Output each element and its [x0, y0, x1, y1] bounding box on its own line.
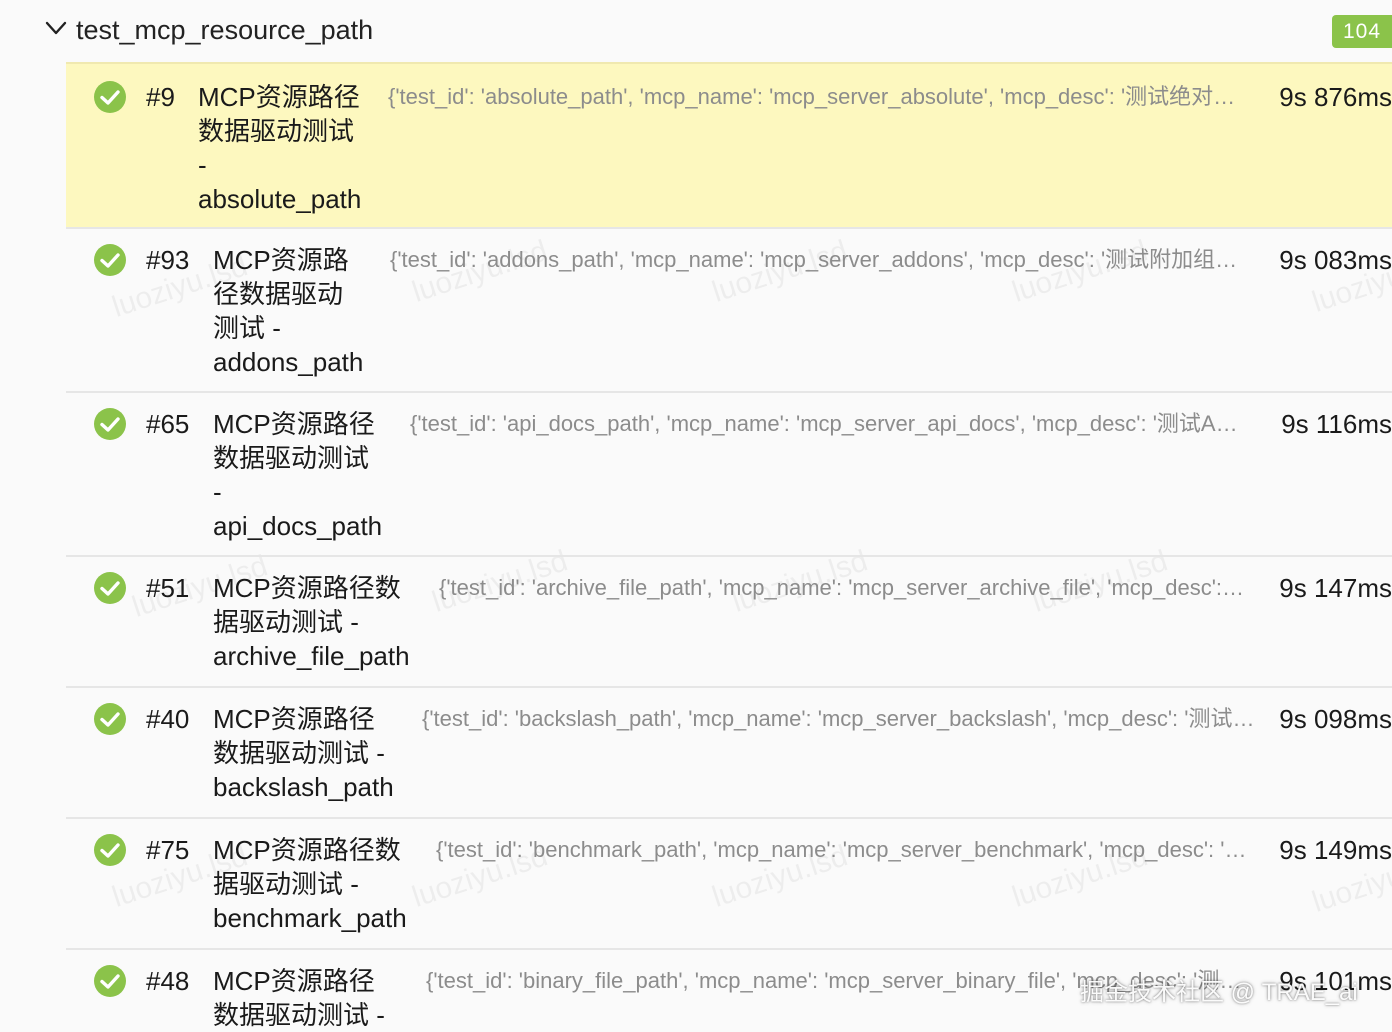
test-params: {'test_id': 'archive_file_path', 'mcp_na… [439, 575, 1249, 600]
test-params: {'test_id': 'backslash_path', 'mcp_name'… [422, 706, 1256, 731]
test-duration: 9s 101ms [1279, 966, 1392, 996]
test-row[interactable]: #51 MCP资源路径数 据驱动测试 - archive_file_path {… [66, 557, 1392, 688]
test-count-badge: 104 [1332, 15, 1392, 48]
test-row[interactable]: #93 MCP资源路 径数据驱动 测试 - addons_path {'test… [66, 229, 1392, 393]
test-title: MCP资源路径 数据驱动测试 - backslash_path [213, 704, 394, 802]
test-row[interactable]: #48 MCP资源路径 数据驱动测试 - binary_file_path {'… [66, 950, 1392, 1032]
test-row[interactable]: #9 MCP资源路径 数据驱动测试 - absolute_path {'test… [66, 62, 1392, 229]
test-title: MCP资源路 径数据驱动 测试 - addons_path [213, 245, 364, 377]
test-params: {'test_id': 'addons_path', 'mcp_name': '… [390, 247, 1246, 272]
test-duration: 9s 147ms [1279, 573, 1392, 603]
test-number: #51 [146, 573, 190, 603]
check-circle-icon [93, 964, 127, 998]
test-row[interactable]: #75 MCP资源路径数 据驱动测试 - benchmark_path {'te… [66, 819, 1392, 950]
test-duration: 9s 098ms [1279, 704, 1392, 734]
test-results-page: luoziyu.lsd luoziyu.lsd luoziyu.lsd luoz… [0, 0, 1392, 1032]
test-title: MCP资源路径 数据驱动测试 - binary_file_path [213, 966, 385, 1030]
check-circle-icon [93, 571, 127, 605]
check-circle-icon [93, 833, 127, 867]
test-number: #75 [146, 835, 190, 865]
test-duration: 9s 876ms [1279, 82, 1392, 112]
test-params: {'test_id': 'api_docs_path', 'mcp_name':… [410, 411, 1252, 436]
test-number: #9 [146, 82, 175, 112]
test-params: {'test_id': 'benchmark_path', 'mcp_name'… [436, 837, 1252, 862]
test-row[interactable]: #40 MCP资源路径 数据驱动测试 - backslash_path {'te… [66, 688, 1392, 819]
test-number: #65 [146, 409, 190, 439]
test-title: MCP资源路径 数据驱动测试 - absolute_path [198, 82, 362, 214]
test-title: MCP资源路径数 据驱动测试 - archive_file_path [213, 573, 410, 671]
test-title: MCP资源路径数 据驱动测试 - benchmark_path [213, 835, 407, 933]
chevron-down-icon[interactable] [44, 16, 68, 40]
test-row[interactable]: #65 MCP资源路径 数据驱动测试 - api_docs_path {'tes… [66, 393, 1392, 557]
check-circle-icon [93, 702, 127, 736]
test-group-header[interactable]: test_mcp_resource_path 104 [0, 0, 1392, 62]
test-number: #48 [146, 966, 190, 996]
test-duration: 9s 116ms [1281, 409, 1392, 439]
test-params: {'test_id': 'absolute_path', 'mcp_name':… [388, 84, 1244, 109]
test-number: #40 [146, 704, 190, 734]
test-duration: 9s 083ms [1279, 245, 1392, 275]
test-title: MCP资源路径 数据驱动测试 - api_docs_path [213, 409, 383, 541]
test-duration: 9s 149ms [1279, 835, 1392, 865]
test-params: {'test_id': 'binary_file_path', 'mcp_nam… [426, 968, 1246, 993]
check-circle-icon [93, 407, 127, 441]
test-number: #93 [146, 245, 190, 275]
check-circle-icon [93, 80, 127, 114]
check-circle-icon [93, 243, 127, 277]
test-group-title: test_mcp_resource_path [76, 15, 374, 45]
